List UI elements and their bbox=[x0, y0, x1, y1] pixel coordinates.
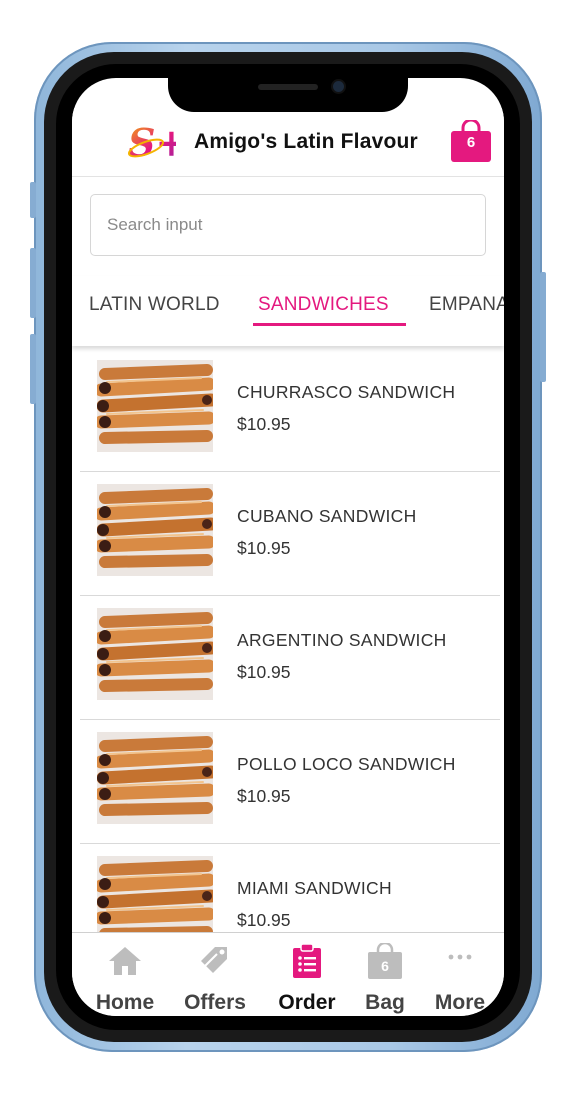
active-tab-indicator bbox=[253, 323, 406, 326]
nav-order[interactable]: Order bbox=[264, 933, 350, 1016]
search-box[interactable] bbox=[90, 194, 486, 256]
product-image bbox=[97, 484, 213, 576]
product-image bbox=[97, 608, 213, 700]
more-dots-icon bbox=[448, 954, 472, 960]
nav-label-more: More bbox=[434, 991, 486, 1014]
nav-label-offers: Offers bbox=[184, 991, 246, 1014]
bag-icon: 6 bbox=[368, 943, 402, 979]
product-price: $10.95 bbox=[237, 910, 291, 930]
tab-latin-world[interactable]: LATIN WORLD bbox=[89, 294, 220, 316]
header-bag-button[interactable]: 6 bbox=[451, 118, 491, 162]
mute-switch bbox=[30, 182, 36, 218]
product-name: CHURRASCO SANDWICH bbox=[237, 382, 456, 402]
tab-sandwiches[interactable]: SANDWICHES bbox=[258, 294, 389, 316]
app-screen: S+ Amigo's Latin Flavour 6 LATIN WORLD S… bbox=[72, 78, 504, 1016]
search-input[interactable] bbox=[91, 195, 485, 255]
svg-text:6: 6 bbox=[381, 958, 389, 974]
nav-bag[interactable]: 6 Bag bbox=[342, 933, 428, 1016]
app-title: Amigo's Latin Flavour bbox=[194, 130, 418, 153]
front-camera bbox=[333, 81, 344, 92]
speaker bbox=[258, 84, 318, 90]
nav-offers[interactable]: Offers bbox=[172, 933, 258, 1016]
power-button bbox=[540, 272, 546, 382]
nav-label-order: Order bbox=[278, 991, 336, 1014]
product-image bbox=[97, 360, 213, 452]
app-header: S+ Amigo's Latin Flavour 6 bbox=[72, 108, 504, 177]
product-image bbox=[97, 856, 213, 932]
list-item[interactable]: POLLO LOCO SANDWICH $10.95 bbox=[80, 720, 500, 844]
volume-down-button bbox=[30, 334, 36, 404]
list-item[interactable]: ARGENTINO SANDWICH $10.95 bbox=[80, 596, 500, 720]
product-price: $10.95 bbox=[237, 414, 291, 434]
product-price: $10.95 bbox=[237, 538, 291, 558]
product-image bbox=[97, 732, 213, 824]
clipboard-list-icon bbox=[293, 943, 321, 978]
product-list[interactable]: CHURRASCO SANDWICH $10.95 CUBANO SANDWIC… bbox=[72, 348, 504, 932]
list-item[interactable]: CUBANO SANDWICH $10.95 bbox=[80, 472, 500, 596]
list-item[interactable]: MIAMI SANDWICH $10.95 bbox=[80, 844, 500, 932]
product-price: $10.95 bbox=[237, 662, 291, 682]
home-icon bbox=[109, 947, 141, 975]
svg-text:S+: S+ bbox=[128, 120, 176, 165]
volume-up-button bbox=[30, 248, 36, 318]
nav-label-home: Home bbox=[95, 991, 155, 1014]
nav-more[interactable]: More bbox=[417, 933, 503, 1016]
tag-icon bbox=[201, 947, 227, 973]
product-name: MIAMI SANDWICH bbox=[237, 878, 392, 898]
list-item[interactable]: CHURRASCO SANDWICH $10.95 bbox=[80, 348, 500, 472]
product-name: ARGENTINO SANDWICH bbox=[237, 630, 447, 650]
bag-count-badge: 6 bbox=[466, 134, 476, 151]
category-tabs: LATIN WORLD SANDWICHES EMPANA bbox=[72, 276, 504, 346]
nav-label-bag: Bag bbox=[365, 991, 405, 1014]
product-price: $10.95 bbox=[237, 786, 291, 806]
nav-home[interactable]: Home bbox=[82, 933, 168, 1016]
product-name: CUBANO SANDWICH bbox=[237, 506, 417, 526]
bottom-nav: Home Offers Order 6 Bag More bbox=[72, 932, 504, 1016]
product-name: POLLO LOCO SANDWICH bbox=[237, 754, 456, 774]
app-logo[interactable]: S+ bbox=[126, 120, 176, 166]
tab-empanadas[interactable]: EMPANA bbox=[429, 294, 504, 316]
